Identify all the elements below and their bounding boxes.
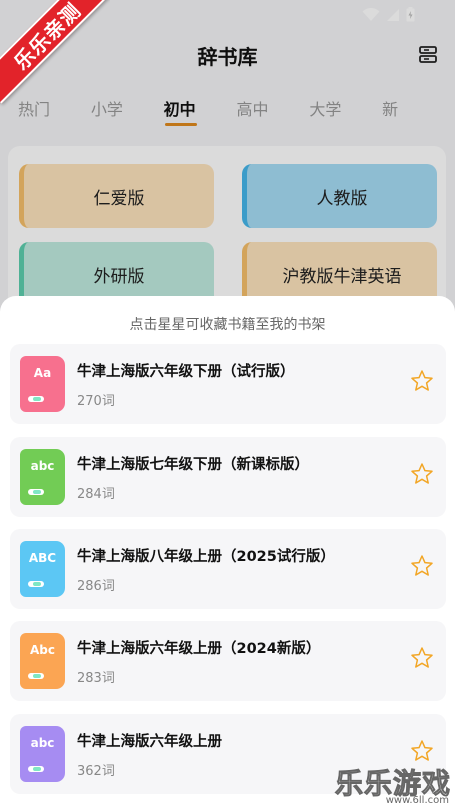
book-cover: abc	[20, 449, 65, 505]
book-title: 牛津上海版七年级下册（新课标版）	[77, 457, 309, 473]
watermark-url: www.6ll.com	[385, 795, 449, 806]
star-icon[interactable]	[410, 739, 434, 763]
book-cover-label: ABC	[28, 551, 57, 565]
promo-ribbon-text: 乐乐亲测	[0, 0, 110, 104]
book-list-sheet: 点击星星可收藏书籍至我的书架 Aa 牛津上海版六年级下册（试行版） 270词 a…	[0, 296, 455, 810]
book-cover: ABC	[20, 541, 65, 597]
star-icon[interactable]	[410, 554, 434, 578]
book-item[interactable]: Aa 牛津上海版六年级下册（试行版） 270词	[10, 344, 446, 424]
book-item[interactable]: ABC 牛津上海版八年级上册（2025试行版） 286词	[10, 529, 446, 609]
book-title: 牛津上海版六年级上册（2024新版）	[77, 641, 321, 657]
book-title: 牛津上海版六年级下册（试行版）	[77, 364, 295, 380]
star-icon[interactable]	[410, 646, 434, 670]
book-cover: Abc	[20, 633, 65, 689]
book-word-count: 284词	[77, 487, 115, 502]
book-cover-label: Aa	[33, 366, 52, 380]
book-title: 牛津上海版六年级上册	[77, 734, 222, 750]
book-word-count: 362词	[77, 764, 115, 779]
book-word-count: 286词	[77, 579, 115, 594]
book-cover-label: abc	[30, 459, 55, 473]
site-watermark: 乐乐游戏 www.6ll.com	[334, 762, 451, 807]
book-cover: Aa	[20, 356, 65, 412]
book-cover-decoration	[28, 489, 44, 495]
book-word-count: 270词	[77, 394, 115, 409]
sheet-hint: 点击星星可收藏书籍至我的书架	[129, 317, 326, 333]
book-cover-decoration	[28, 396, 44, 402]
star-icon[interactable]	[410, 462, 434, 486]
book-cover-decoration	[28, 581, 44, 587]
book-title: 牛津上海版八年级上册（2025试行版）	[77, 549, 335, 565]
book-item[interactable]: abc 牛津上海版七年级下册（新课标版） 284词	[10, 437, 446, 517]
book-cover-decoration	[28, 766, 44, 772]
book-item[interactable]: Abc 牛津上海版六年级上册（2024新版） 283词	[10, 621, 446, 701]
book-cover-label: Abc	[30, 643, 55, 657]
promo-ribbon: 乐乐亲测	[0, 0, 110, 110]
book-cover-label: abc	[30, 736, 55, 750]
book-word-count: 283词	[77, 671, 115, 686]
book-cover: abc	[20, 726, 65, 782]
star-icon[interactable]	[410, 369, 434, 393]
book-cover-decoration	[28, 673, 44, 679]
